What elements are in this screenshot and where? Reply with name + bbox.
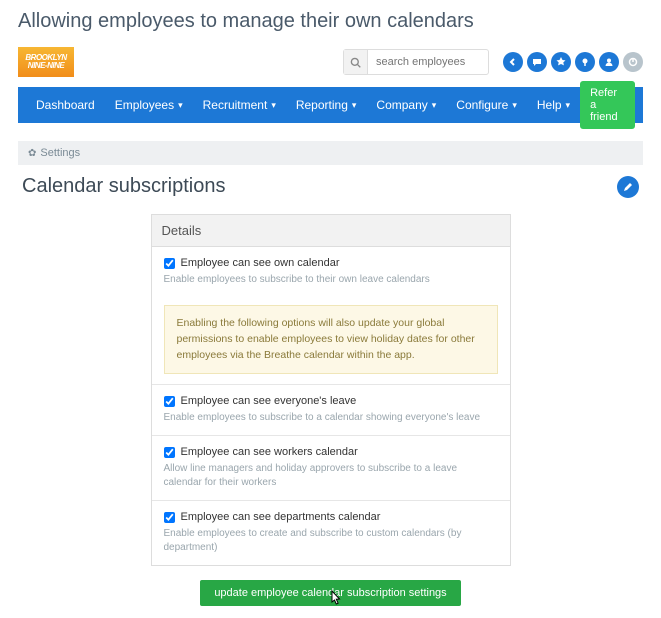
refer-friend-button[interactable]: Refer a friend [580,81,635,129]
option-desc: Enable employees to create and subscribe… [164,527,498,555]
location-icon[interactable] [575,52,595,72]
checkbox-departments[interactable] [164,512,175,523]
option-label: Employee can see departments calendar [181,511,381,523]
checkbox-everyone[interactable] [164,396,175,407]
topbar: BROOKLYN NINE-NINE [18,47,643,77]
option-everyone-leave[interactable]: Employee can see everyone's leave [164,395,498,407]
nav-company[interactable]: Company▾ [366,87,446,123]
caret-icon: ▾ [432,100,437,111]
checkbox-own[interactable] [164,258,175,269]
option-departments-calendar[interactable]: Employee can see departments calendar [164,511,498,523]
permissions-alert: Enabling the following options will also… [164,305,498,374]
logo: BROOKLYN NINE-NINE [18,47,74,77]
search-input[interactable] [368,52,488,72]
nav-employees[interactable]: Employees▾ [105,87,193,123]
caret-icon: ▾ [512,100,517,111]
option-desc: Enable employees to subscribe to their o… [164,273,498,287]
breadcrumb[interactable]: ✿ Settings [18,141,643,165]
option-workers-calendar[interactable]: Employee can see workers calendar [164,446,498,458]
panel-header: Details [152,215,510,247]
search-box[interactable] [343,49,489,75]
nav-reporting[interactable]: Reporting▾ [286,87,367,123]
option-own-calendar[interactable]: Employee can see own calendar [164,257,498,269]
back-icon[interactable] [503,52,523,72]
search-icon [344,50,368,74]
nav-dashboard[interactable]: Dashboard [26,87,105,123]
navbar: Dashboard Employees▾ Recruitment▾ Report… [18,87,643,123]
option-label: Employee can see own calendar [181,257,340,269]
star-icon[interactable] [551,52,571,72]
document-title: Allowing employees to manage their own c… [0,0,661,47]
user-icon[interactable] [599,52,619,72]
option-desc: Allow line managers and holiday approver… [164,462,498,490]
checkbox-workers[interactable] [164,447,175,458]
power-icon[interactable] [623,52,643,72]
nav-recruitment[interactable]: Recruitment▾ [193,87,286,123]
page-title: Calendar subscriptions [22,175,225,198]
details-panel: Details Employee can see own calendar En… [151,214,511,566]
chat-icon[interactable] [527,52,547,72]
caret-icon: ▾ [271,100,276,111]
gear-icon: ✿ [28,148,36,159]
option-label: Employee can see everyone's leave [181,395,357,407]
nav-configure[interactable]: Configure▾ [446,87,527,123]
cursor-icon [329,590,343,606]
caret-icon: ▾ [178,100,183,111]
edit-icon[interactable] [617,176,639,198]
breadcrumb-label: Settings [40,147,80,159]
nav-help[interactable]: Help▾ [527,87,580,123]
caret-icon: ▾ [566,100,571,111]
option-desc: Enable employees to subscribe to a calen… [164,411,498,425]
option-label: Employee can see workers calendar [181,446,358,458]
caret-icon: ▾ [352,100,357,111]
